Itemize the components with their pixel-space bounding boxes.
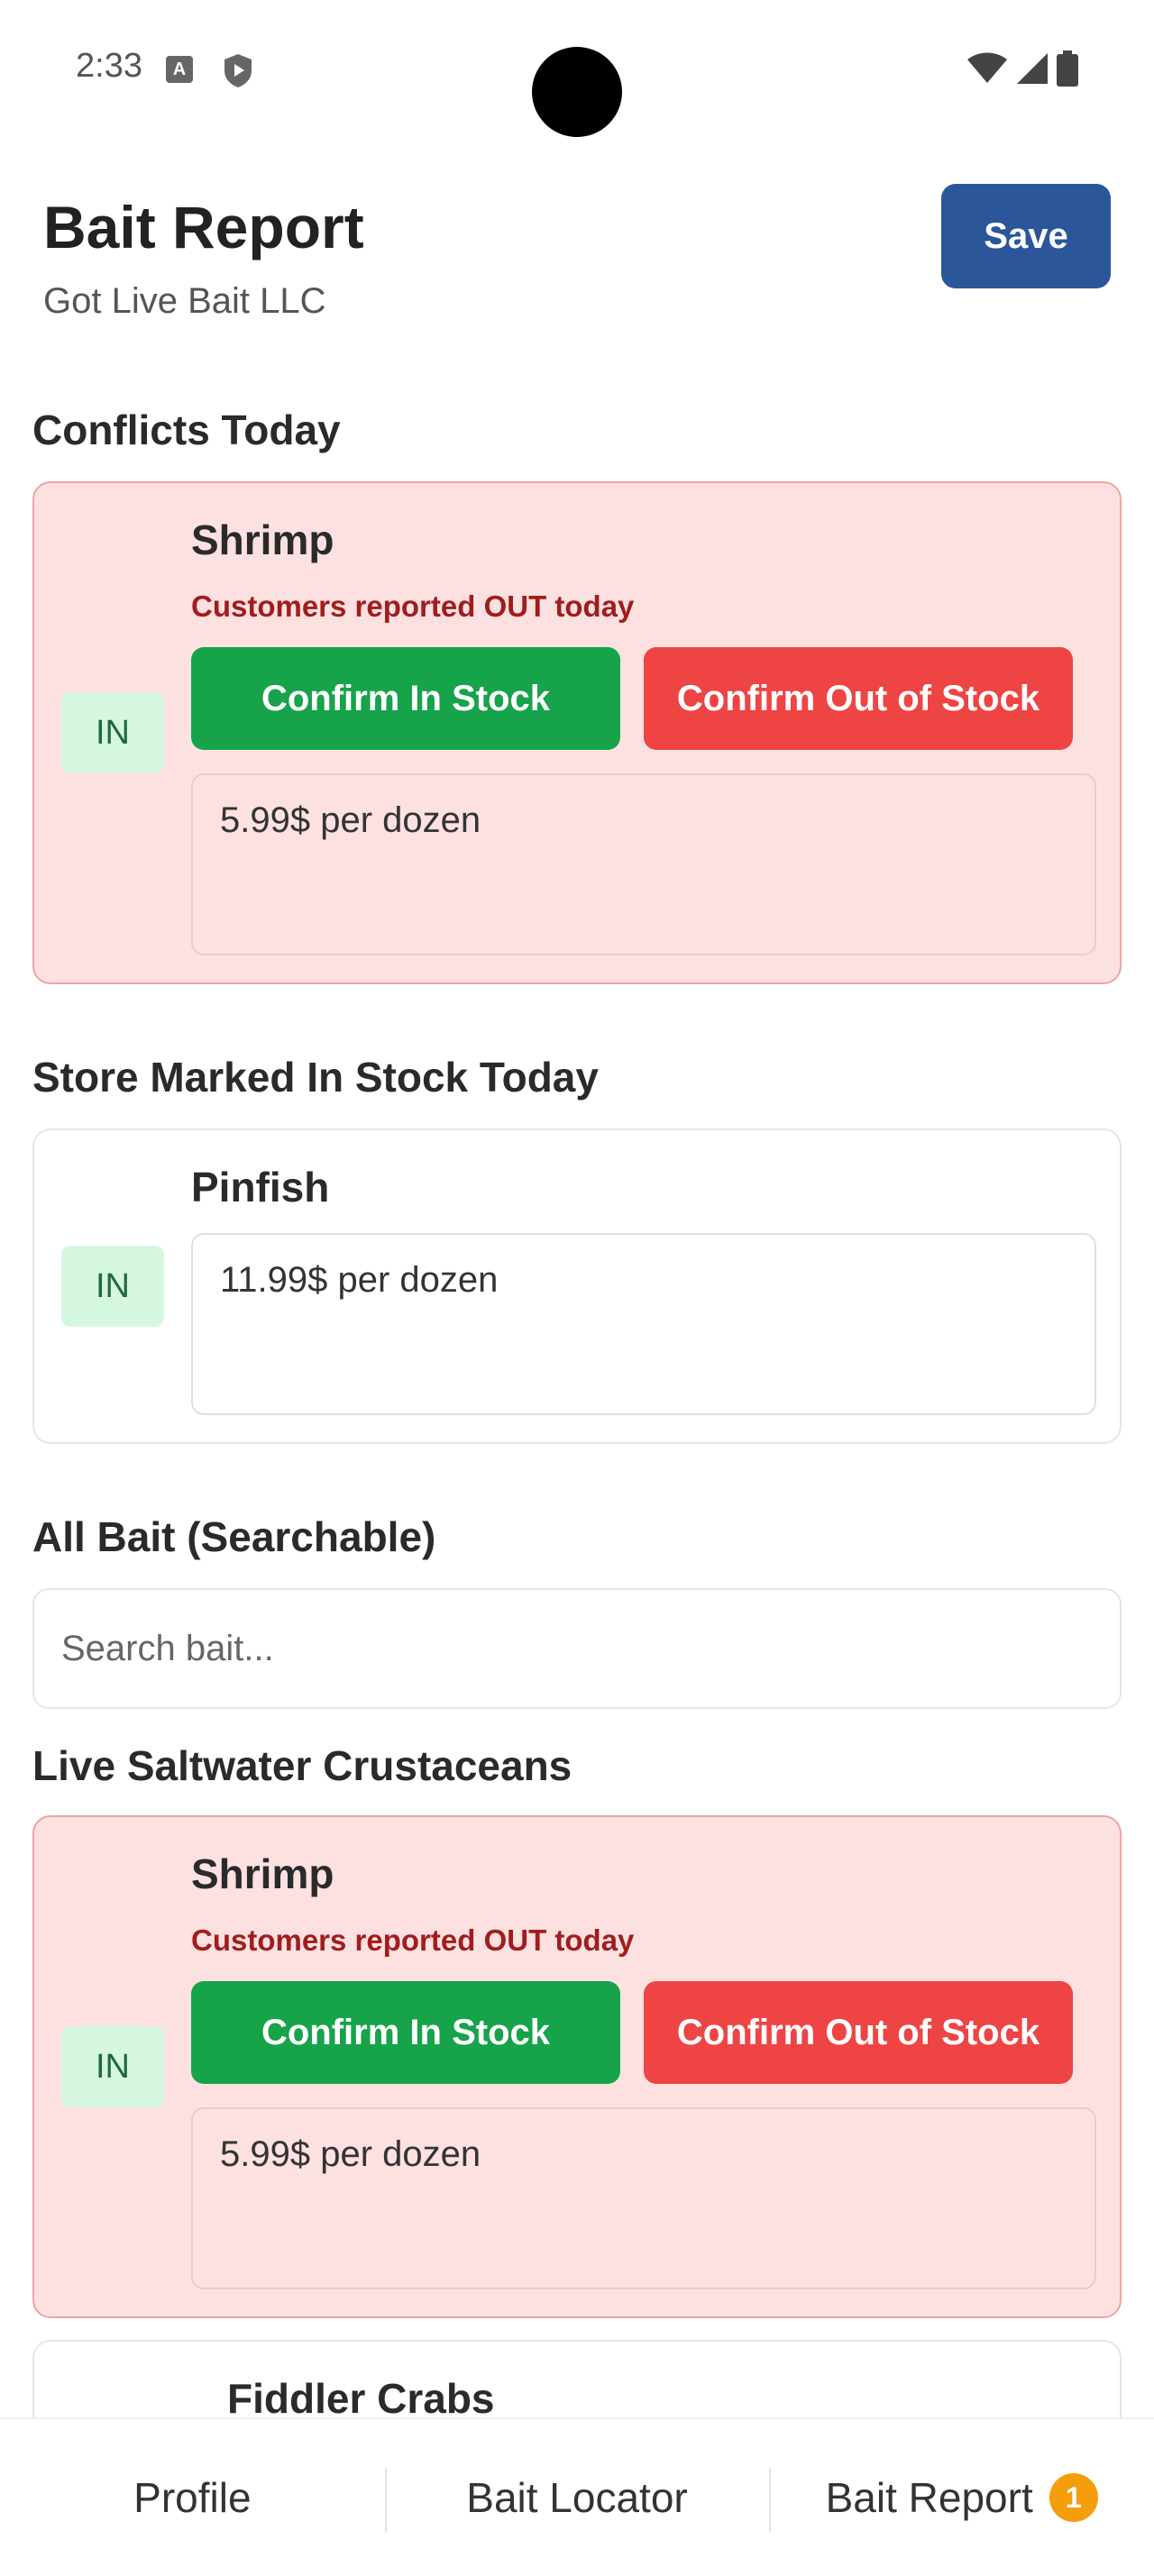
category-heading: Live Saltwater Crustaceans: [32, 1742, 572, 1789]
status-bar: 2:33 A: [0, 0, 1154, 137]
confirm-in-stock-button[interactable]: Confirm In Stock: [191, 647, 620, 750]
a-notification-icon: A: [166, 56, 193, 83]
stock-status-toggle[interactable]: IN: [61, 692, 164, 773]
stock-status-toggle[interactable]: IN: [61, 2026, 164, 2107]
status-right-icons: [966, 50, 1078, 91]
battery-icon: [1057, 50, 1078, 91]
conflict-card-shrimp: IN Shrimp Customers reported OUT today C…: [32, 481, 1122, 984]
all-bait-heading: All Bait (Searchable): [32, 1513, 436, 1560]
price-note-field[interactable]: 11.99$ per dozen: [191, 1233, 1096, 1415]
stock-status-toggle[interactable]: IN: [61, 1246, 164, 1327]
nav-bait-report-label: Bait Report: [825, 2474, 1033, 2521]
nav-profile[interactable]: Profile: [0, 2419, 385, 2576]
bait-name: Pinfish: [191, 1164, 330, 1210]
conflicts-today-heading: Conflicts Today: [32, 406, 341, 453]
notification-badge: 1: [1049, 2473, 1098, 2522]
bait-name: Shrimp: [191, 1850, 334, 1897]
shield-play-icon: [222, 52, 254, 93]
store-name: Got Live Bait LLC: [43, 281, 326, 321]
conflict-message: Customers reported OUT today: [191, 589, 635, 623]
marked-in-stock-heading: Store Marked In Stock Today: [32, 1054, 599, 1101]
confirm-out-of-stock-button[interactable]: Confirm Out of Stock: [644, 1981, 1073, 2084]
wifi-icon: [966, 52, 1008, 89]
nav-bait-locator[interactable]: Bait Locator: [384, 2419, 770, 2576]
status-time: 2:33: [76, 47, 142, 85]
bait-name: Fiddler Crabs: [227, 2375, 495, 2422]
front-camera: [532, 47, 622, 137]
nav-bait-locator-label: Bait Locator: [466, 2474, 688, 2521]
category-card-shrimp: IN Shrimp Customers reported OUT today C…: [32, 1815, 1122, 2318]
save-button[interactable]: Save: [941, 184, 1111, 288]
cellular-signal-icon: [1015, 51, 1049, 90]
bait-name: Shrimp: [191, 516, 334, 563]
conflict-message: Customers reported OUT today: [191, 1923, 635, 1957]
page-header: Bait Report Got Live Bait LLC Save: [0, 171, 1154, 343]
price-note-field[interactable]: 5.99$ per dozen: [191, 2107, 1096, 2289]
price-note-field[interactable]: 5.99$ per dozen: [191, 773, 1096, 955]
marked-card-pinfish: IN Pinfish 11.99$ per dozen: [32, 1128, 1122, 1444]
confirm-out-of-stock-button[interactable]: Confirm Out of Stock: [644, 647, 1073, 750]
bottom-nav: Profile Bait Locator Bait Report 1: [0, 2417, 1154, 2576]
nav-bait-report[interactable]: Bait Report 1: [769, 2419, 1154, 2576]
nav-profile-label: Profile: [133, 2474, 252, 2521]
search-input[interactable]: [32, 1588, 1122, 1709]
page-title: Bait Report: [43, 194, 364, 260]
confirm-in-stock-button[interactable]: Confirm In Stock: [191, 1981, 620, 2084]
